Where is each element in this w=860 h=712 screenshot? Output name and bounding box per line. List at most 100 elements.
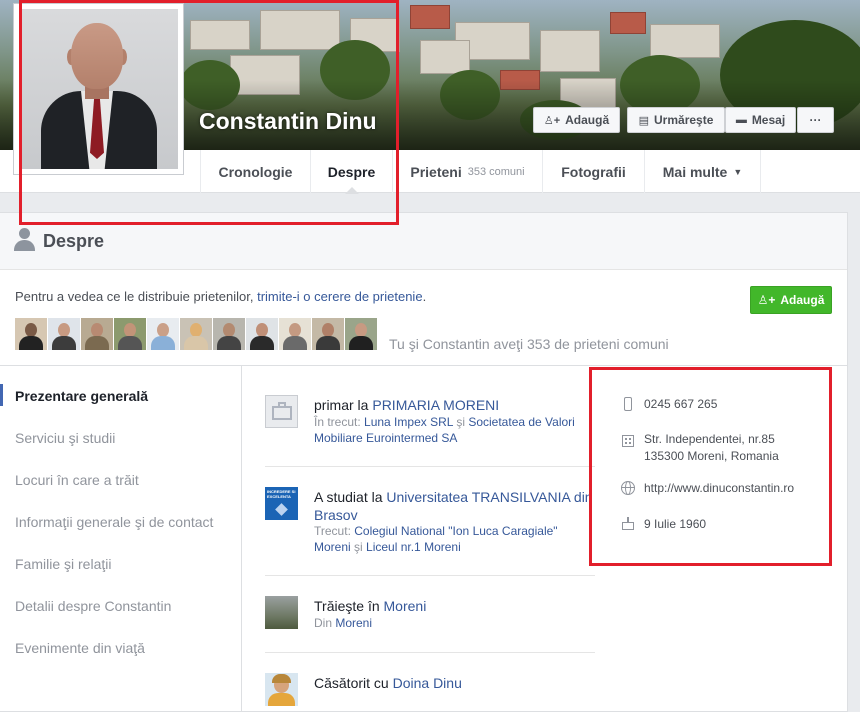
phone-icon [620, 396, 636, 412]
add-friend-icon: ♙+ [543, 114, 561, 127]
website-link[interactable]: http://www.dinuconstantin.ro [644, 480, 794, 497]
message-label: Mesaj [751, 113, 786, 127]
work-prefix: primar la [314, 397, 373, 413]
add-friend-green-button[interactable]: ♙+ Adaugă [750, 286, 832, 314]
overview-lives: Trăieşte în Moreni Din Moreni [265, 596, 595, 636]
tab-more[interactable]: Mai multe ▼ [645, 150, 761, 193]
friend-avatar[interactable] [15, 318, 47, 350]
relationship-title: Căsătorit cu Doina Dinu [314, 674, 462, 692]
add-friend-icon: ♙+ [757, 293, 776, 307]
about-header: Despre [0, 213, 847, 270]
hometown-link[interactable]: Moreni [335, 616, 372, 630]
menu-family-relationships[interactable]: Familie şi relaţii [15, 556, 111, 572]
tab-about[interactable]: Despre [311, 150, 393, 194]
employer-link[interactable]: PRIMARIA MORENI [372, 397, 499, 413]
contact-phone: 0245 667 265 [644, 397, 718, 411]
work-past: În trecut: Luna Impex SRL şi Societatea … [314, 414, 594, 446]
tab-photos-label: Fotografii [561, 163, 626, 180]
friend-avatar[interactable] [279, 318, 311, 350]
education-prefix: A studiat la [314, 489, 387, 505]
past-employer-link[interactable]: Luna Impex SRL [364, 415, 453, 429]
menu-places-lived[interactable]: Locuri în care a trăit [15, 472, 139, 488]
friend-avatar[interactable] [81, 318, 113, 350]
follow-button[interactable]: ▤ Urmăreşte [627, 107, 725, 133]
message-icon: ▬ [735, 114, 747, 126]
message-button[interactable]: ▬ Mesaj [725, 107, 796, 133]
friend-avatar[interactable] [312, 318, 344, 350]
contact-address: Str. Independentei, nr.85 135300 Moreni,… [644, 431, 779, 465]
menu-life-events[interactable]: Evenimente din viaţă [15, 640, 145, 656]
lives-prefix: Trăieşte în [314, 598, 384, 614]
active-indicator [0, 384, 3, 406]
about-sections-menu: Prezentare generală Serviciu şi studii L… [0, 366, 242, 712]
profile-picture[interactable] [13, 3, 184, 175]
overview-work: primar la PRIMARIA MORENI În trecut: Lun… [265, 395, 595, 455]
partner-link[interactable]: Doina Dinu [393, 675, 462, 691]
profile-name[interactable]: Constantin Dinu [199, 108, 377, 135]
send-friend-request-link[interactable]: trimite-i o cerere de prietenie [257, 289, 422, 304]
hometown-label: Din [314, 616, 336, 630]
lives-title: Trăieşte în Moreni [314, 597, 426, 615]
tab-photos[interactable]: Fotografii [543, 150, 645, 193]
more-options-icon: ··· [809, 113, 822, 127]
address-line2: 135300 Moreni, Romania [644, 449, 779, 463]
hometown: Din Moreni [314, 615, 372, 631]
menu-contact-info[interactable]: Informaţii generale şi de contact [15, 514, 213, 530]
friend-avatar[interactable] [213, 318, 245, 350]
cake-icon [620, 515, 636, 531]
add-friend-label: Adaugă [565, 113, 610, 127]
mutual-friends-text[interactable]: Tu şi Constantin aveţi 353 de prieteni c… [389, 336, 669, 352]
add-friend-button[interactable]: ♙+ Adaugă [533, 107, 620, 133]
chevron-down-icon: ▼ [733, 166, 743, 177]
school-logo-text: INCREDERE SI EXCELENTA [267, 489, 296, 499]
tab-timeline[interactable]: Cronologie [200, 150, 311, 193]
work-title: primar la PRIMARIA MORENI [314, 396, 499, 414]
menu-work-education[interactable]: Serviciu şi studii [15, 430, 115, 446]
building-icon [620, 432, 636, 448]
partner-avatar[interactable] [265, 673, 298, 706]
tab-timeline-label: Cronologie [218, 163, 293, 180]
school-logo-icon[interactable]: INCREDERE SI EXCELENTA [265, 487, 298, 520]
friend-avatar[interactable] [246, 318, 278, 350]
overview-relationship: Căsătorit cu Doina Dinu [265, 673, 595, 709]
globe-icon [620, 480, 636, 496]
city-photo-icon[interactable] [265, 596, 298, 629]
past-school-link[interactable]: Liceul nr.1 Moreni [366, 540, 461, 554]
education-past-label: Trecut: [314, 524, 355, 538]
follow-label: Urmăreşte [654, 113, 714, 127]
divider [265, 652, 595, 653]
person-icon [13, 228, 35, 252]
mutual-friends-thumbnails [15, 318, 378, 350]
divider [265, 575, 595, 576]
friend-avatar[interactable] [48, 318, 80, 350]
friend-request-row: Pentru a vedea ce le distribuie prieteni… [0, 270, 847, 366]
friend-prompt-suffix: . [422, 289, 427, 304]
add-friend-green-label: Adaugă [780, 293, 825, 307]
relationship-prefix: Căsătorit cu [314, 675, 393, 691]
work-past-label: În trecut: [314, 415, 365, 429]
friend-avatar[interactable] [345, 318, 377, 350]
overview-education: INCREDERE SI EXCELENTA A studiat la Univ… [265, 487, 595, 557]
work-and: şi [452, 415, 469, 429]
friend-prompt: Pentru a vedea ce le distribuie prieteni… [15, 289, 426, 304]
friend-avatar[interactable] [180, 318, 212, 350]
contact-birthday: 9 Iulie 1960 [644, 517, 707, 531]
menu-details[interactable]: Detalii despre Constantin [15, 598, 171, 614]
friend-avatar[interactable] [114, 318, 146, 350]
education-and: şi [350, 540, 367, 554]
address-line1: Str. Independentei, nr.85 [644, 432, 775, 446]
friend-prompt-prefix: Pentru a vedea ce le distribuie prieteni… [15, 289, 258, 304]
friend-avatar[interactable] [147, 318, 179, 350]
education-title: A studiat la Universitatea TRANSILVANIA … [314, 488, 594, 524]
menu-overview[interactable]: Prezentare generală [15, 388, 148, 404]
about-title: Despre [43, 231, 105, 251]
tab-friends[interactable]: Prieteni 353 comuni [393, 150, 543, 193]
more-options-button[interactable]: ··· [797, 107, 834, 133]
current-city-link[interactable]: Moreni [384, 598, 427, 614]
tab-about-label: Despre [327, 163, 376, 180]
follow-icon: ▤ [638, 114, 650, 127]
tab-friends-label: Prieteni [410, 163, 462, 180]
education-past: Trecut: Colegiul National "Ion Luca Cara… [314, 523, 589, 555]
mutual-friends-count: 353 comuni [467, 165, 525, 178]
tab-more-label: Mai multe [662, 163, 728, 180]
